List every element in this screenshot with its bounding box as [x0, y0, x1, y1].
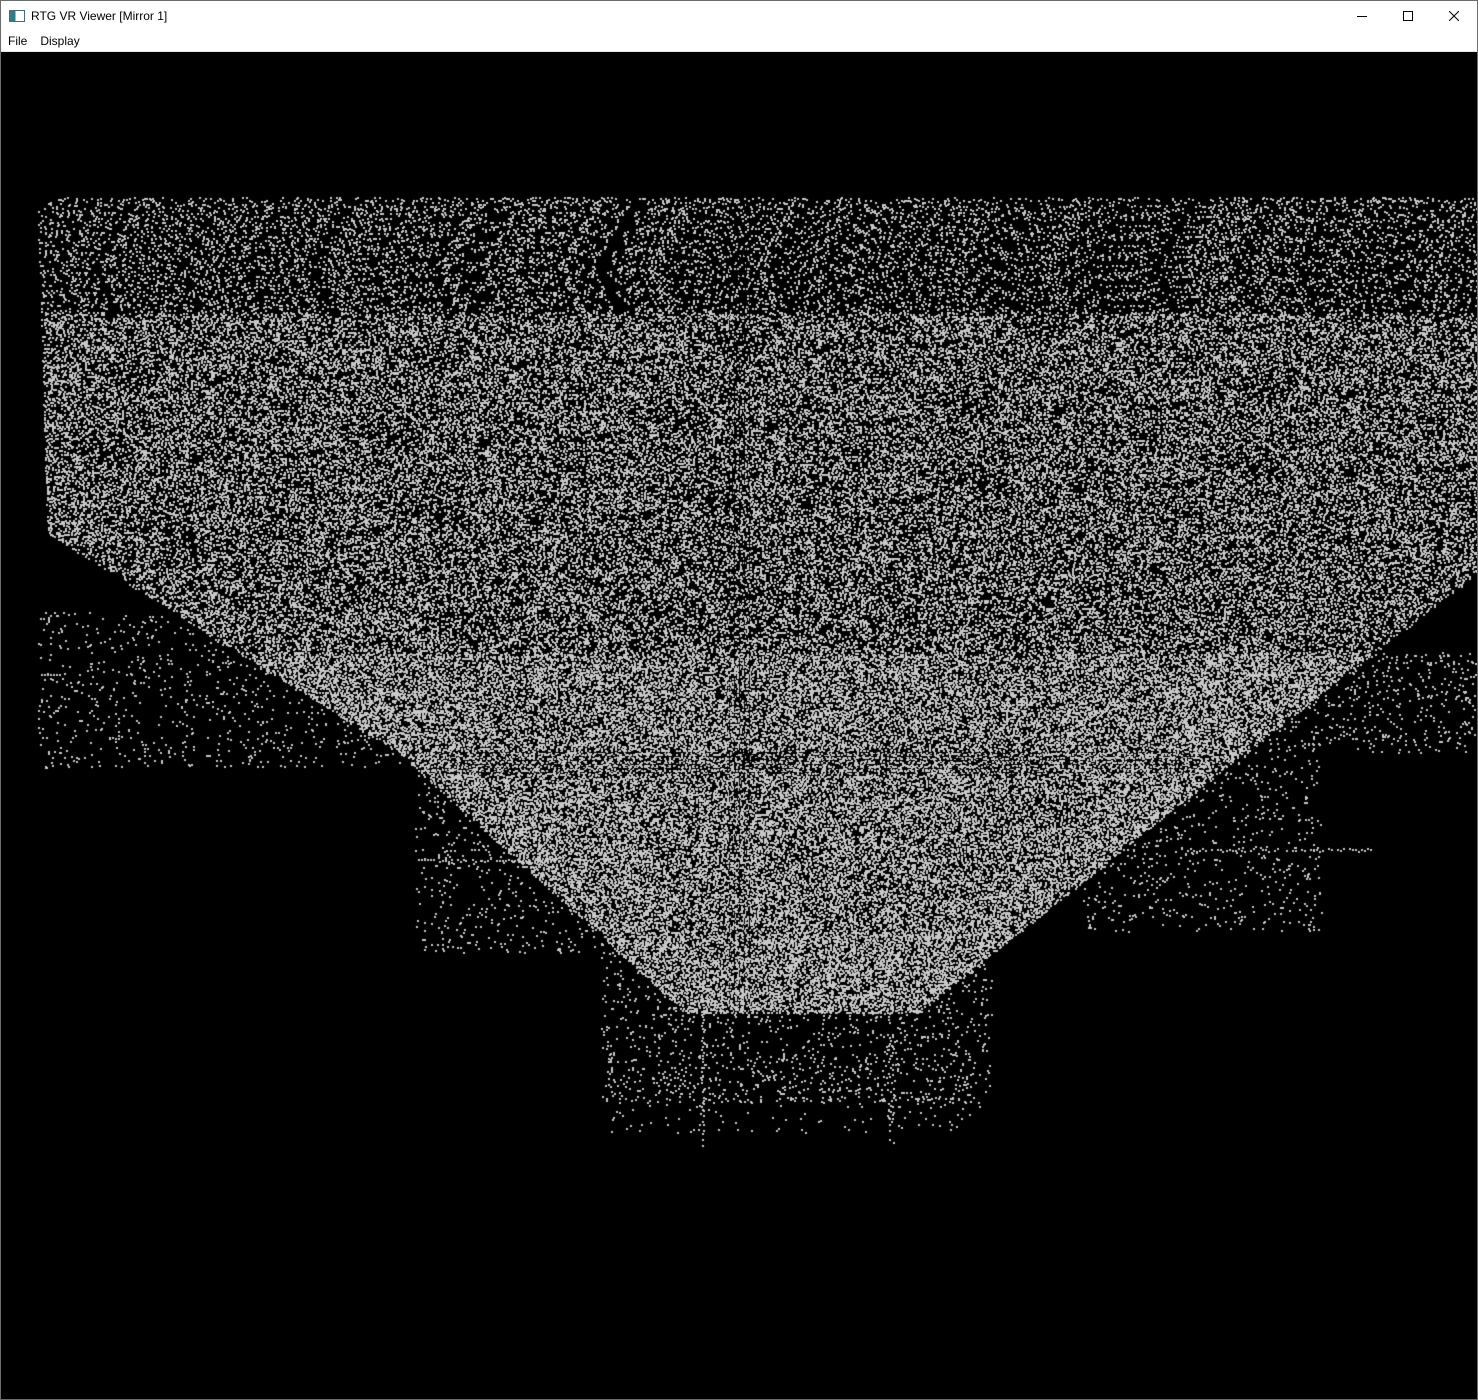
close-icon [1449, 11, 1459, 21]
minimize-icon [1357, 16, 1367, 17]
maximize-icon [1403, 11, 1413, 21]
maximize-button[interactable] [1385, 1, 1431, 31]
point-cloud-canvas[interactable] [1, 52, 1477, 1399]
minimize-button[interactable] [1339, 1, 1385, 31]
menu-display[interactable]: Display [34, 31, 85, 51]
window-controls [1339, 1, 1477, 31]
close-button[interactable] [1431, 1, 1477, 31]
vr-render-viewport[interactable] [1, 52, 1477, 1399]
app-window: RTG VR Viewer [Mirror 1] File Display [0, 0, 1478, 1400]
title-bar[interactable]: RTG VR Viewer [Mirror 1] [1, 1, 1477, 31]
window-title: RTG VR Viewer [Mirror 1] [31, 9, 168, 23]
window-app-icon [9, 10, 25, 22]
menu-bar: File Display [1, 31, 1477, 52]
menu-file[interactable]: File [2, 31, 33, 51]
